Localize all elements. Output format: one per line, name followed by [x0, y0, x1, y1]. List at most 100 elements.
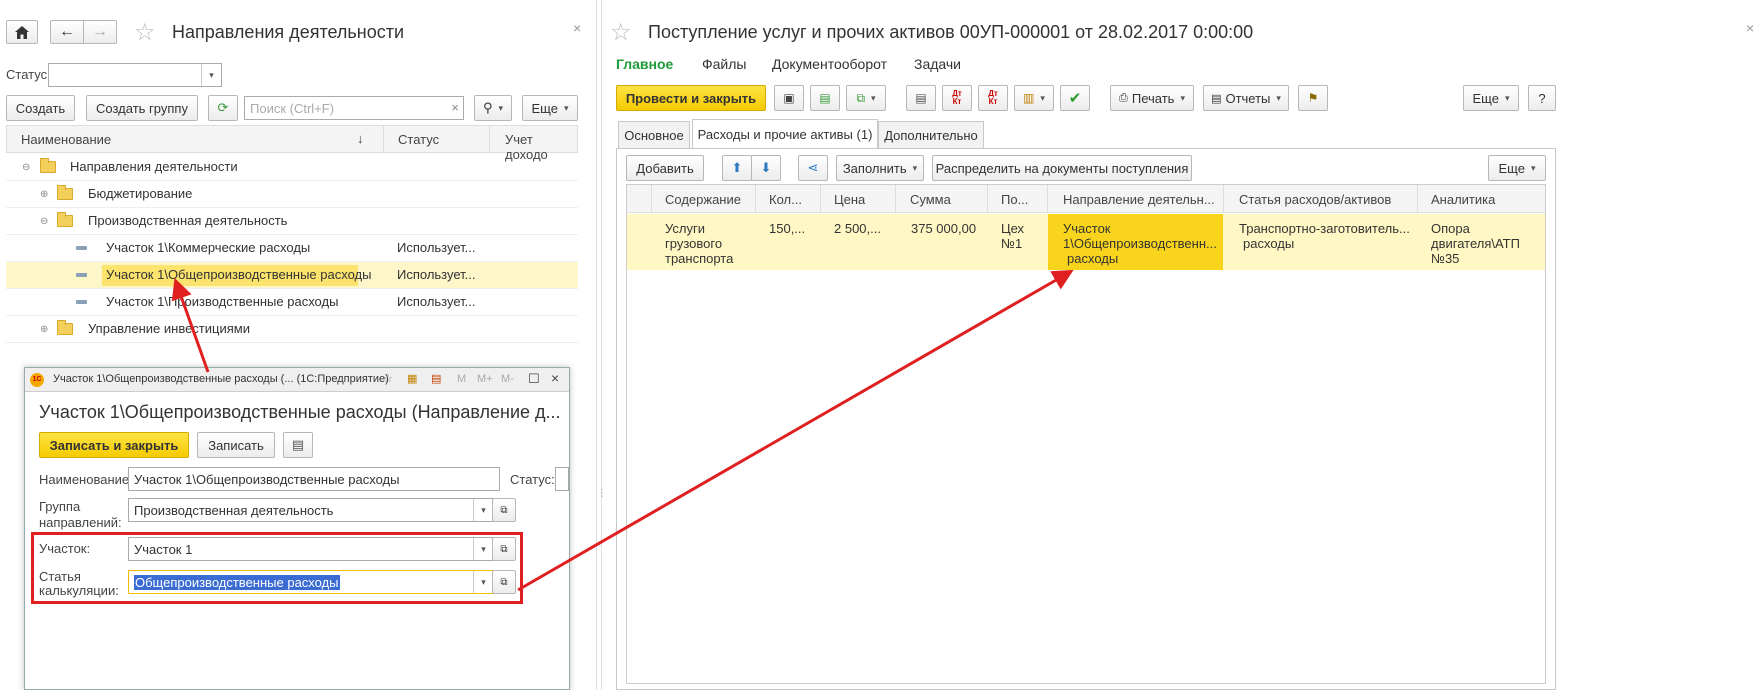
split-button[interactable]: ⋖	[798, 155, 828, 181]
dt-ct-button[interactable]: Дт Кт	[942, 85, 972, 111]
calculator-icon[interactable]: ▦	[407, 372, 417, 385]
nav-main[interactable]: Главное	[616, 56, 673, 72]
close-icon[interactable]: ×	[573, 20, 581, 36]
close-icon[interactable]: ×	[1746, 20, 1754, 36]
memory-minus-icon[interactable]: M-	[501, 373, 514, 385]
tree-header: Наименование ↓ Статус Учет доходо	[6, 125, 578, 162]
files-button[interactable]: ▥ ▾	[1014, 85, 1054, 111]
column-name[interactable]: Наименование	[21, 132, 111, 147]
open-section-button[interactable]: ⧉	[492, 537, 516, 561]
article-field[interactable]: Общепроизводственные расходы ▾	[128, 570, 494, 594]
create-group-button[interactable]: Создать группу	[86, 95, 198, 121]
structure-button[interactable]: ▤	[906, 85, 936, 111]
move-down-button[interactable]: ⬇	[751, 155, 781, 181]
list-icon: ▤	[915, 91, 927, 105]
list-button[interactable]: ▤	[283, 432, 313, 458]
status-label: Статус:	[6, 67, 51, 82]
col-price[interactable]: Цена	[834, 192, 865, 207]
search-input[interactable]: Поиск (Ctrl+F) ×	[244, 96, 464, 120]
forward-button[interactable]: →	[83, 20, 117, 44]
memory-plus-icon[interactable]: M+	[477, 373, 493, 385]
nav-docflow[interactable]: Документооборот	[772, 56, 887, 72]
expand-icon[interactable]: ⊕	[40, 324, 48, 335]
tree-row[interactable]: ⊕ Управление инвестициями	[6, 316, 578, 343]
column-status[interactable]: Статус	[398, 132, 439, 147]
post-and-close-button[interactable]: Провести и закрыть	[616, 85, 766, 111]
close-icon[interactable]: ×	[551, 370, 559, 386]
save-doc-button[interactable]: ▣	[774, 85, 804, 111]
reports-button[interactable]: ▤ Отчеты ▾	[1203, 85, 1289, 111]
back-button[interactable]: ←	[50, 20, 84, 44]
col-qty[interactable]: Кол...	[769, 192, 802, 207]
move-up-button[interactable]: ⬆	[722, 155, 752, 181]
calendar-icon[interactable]: ▤	[431, 372, 441, 385]
chevron-down-icon[interactable]: ▾	[201, 64, 221, 86]
create-based-button[interactable]: ⧉ ▾	[846, 85, 886, 111]
col-dept[interactable]: По...	[1001, 192, 1028, 207]
panel-splitter[interactable]: ⋮	[596, 0, 607, 690]
save-button[interactable]: Записать	[197, 432, 275, 458]
tree-row[interactable]: Участок 1\Коммерческие расходы Используе…	[6, 235, 578, 262]
open-group-button[interactable]: ⧉	[492, 498, 516, 522]
status-filter-field[interactable]: ▾	[48, 63, 222, 87]
at-kt-button[interactable]: Дт Кт	[978, 85, 1008, 111]
arrow-right-icon: →	[92, 23, 108, 40]
section-field[interactable]: Участок 1 ▾	[128, 537, 494, 561]
table-row[interactable]: Услуги грузового транспорта 150,... 2 50…	[627, 214, 1545, 270]
col-analytics[interactable]: Аналитика	[1431, 192, 1495, 207]
tab-expenses[interactable]: Расходы и прочие активы (1)	[692, 119, 878, 149]
name-field[interactable]: Участок 1\Общепроизводственные расходы	[128, 467, 500, 491]
memory-m-icon[interactable]: M	[457, 373, 466, 385]
split-icon: ⋖	[807, 160, 819, 175]
star-icon[interactable]: ☆	[134, 18, 156, 47]
chevron-down-icon[interactable]: ▾	[473, 538, 493, 560]
page-title: Направления деятельности	[172, 22, 405, 42]
chevron-down-icon[interactable]: ▾	[473, 571, 493, 593]
col-direction[interactable]: Направление деятельн...	[1063, 192, 1215, 207]
more-button[interactable]: Еще ▾	[522, 95, 578, 121]
nav-files[interactable]: Файлы	[702, 56, 746, 72]
distribute-button[interactable]: Распределить на документы поступления	[932, 155, 1192, 181]
col-article[interactable]: Статья расходов/активов	[1239, 192, 1391, 207]
check-button[interactable]: ✔	[1060, 85, 1090, 111]
more-button[interactable]: Еще ▾	[1463, 85, 1519, 111]
collapse-icon[interactable]: ⊖	[40, 216, 48, 227]
col-sum[interactable]: Сумма	[910, 192, 951, 207]
search-button[interactable]: ⚲ ▾	[474, 95, 512, 121]
tree-row[interactable]: Участок 1\Производственные расходы Испол…	[6, 289, 578, 316]
expand-icon[interactable]: ⊕	[40, 189, 48, 200]
nav-tasks[interactable]: Задачи	[914, 56, 961, 72]
sort-arrow-icon: ↓	[357, 131, 364, 146]
tab-main[interactable]: Основное	[618, 121, 690, 149]
post-doc-button[interactable]: ▤	[810, 85, 840, 111]
open-article-button[interactable]: ⧉	[492, 570, 516, 594]
tree-row-selected[interactable]: Участок 1\Общепроизводственные расходы И…	[6, 262, 578, 289]
chevron-down-icon[interactable]: ▾	[473, 499, 493, 521]
home-button[interactable]	[6, 20, 38, 44]
clear-icon[interactable]: ×	[451, 100, 459, 115]
collapse-icon[interactable]: ⊖	[22, 162, 30, 173]
print-button[interactable]: ⎙ Печать ▾	[1110, 85, 1194, 111]
star-icon[interactable]: ☆	[610, 18, 632, 47]
save-and-close-button[interactable]: Записать и закрыть	[39, 432, 189, 458]
grid-more-button[interactable]: Еще ▾	[1488, 155, 1546, 181]
arrow-left-icon: ←	[59, 23, 75, 40]
refresh-button[interactable]: ⟳	[208, 95, 238, 121]
tree-row[interactable]: ⊖ Направления деятельности	[6, 154, 578, 181]
hierarchy-button[interactable]: ⚑	[1298, 85, 1328, 111]
maximize-icon[interactable]: ☐	[528, 371, 540, 387]
fill-button[interactable]: Заполнить ▾	[836, 155, 924, 181]
open-icon: ⧉	[500, 504, 508, 516]
favorite-icon[interactable]: ☆	[383, 372, 393, 385]
create-button[interactable]: Создать	[6, 95, 75, 121]
tree-row[interactable]: ⊕ Бюджетирование	[6, 181, 578, 208]
tree-row[interactable]: ⊖ Производственная деятельность	[6, 208, 578, 235]
help-button[interactable]: ?	[1528, 85, 1556, 111]
col-content[interactable]: Содержание	[665, 192, 741, 207]
tab-additional[interactable]: Дополнительно	[878, 121, 984, 149]
popup-status-field[interactable]	[555, 467, 569, 491]
add-button[interactable]: Добавить	[626, 155, 704, 181]
folder-icon	[57, 320, 73, 335]
article-label: Статья калькуляции:	[39, 569, 119, 598]
group-field[interactable]: Производственная деятельность ▾	[128, 498, 494, 522]
